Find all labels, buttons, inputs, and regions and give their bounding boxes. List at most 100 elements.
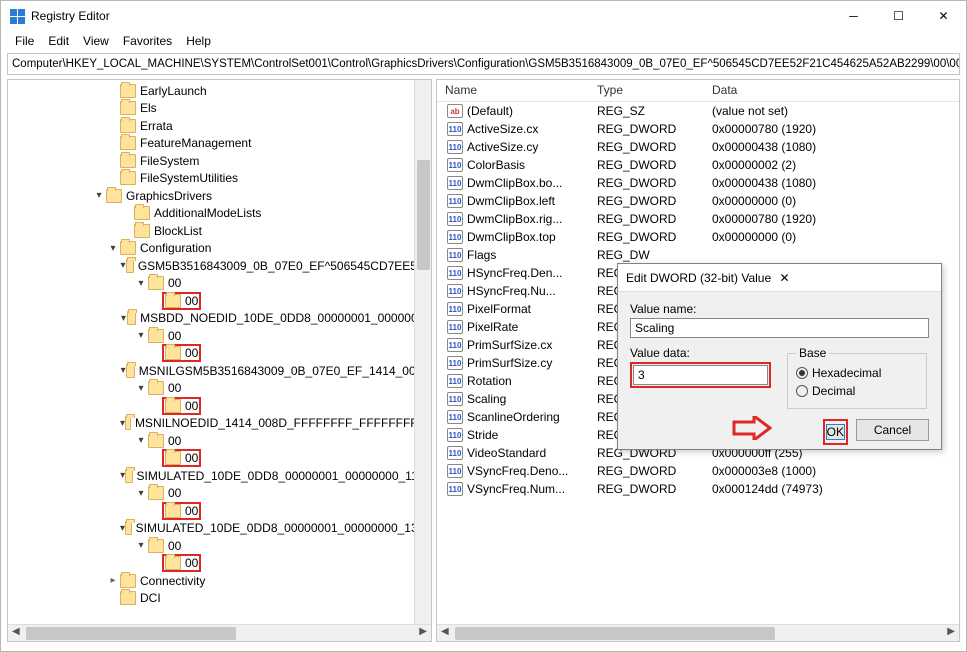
caret-icon[interactable] (134, 381, 148, 395)
tree-item[interactable]: Els (8, 100, 431, 118)
tree-item[interactable]: BlockList (8, 222, 431, 240)
close-button[interactable]: ✕ (921, 1, 966, 31)
ok-button[interactable]: OK (826, 424, 845, 440)
caret-icon[interactable] (106, 241, 120, 255)
caret-icon[interactable] (134, 486, 148, 500)
folder-icon (120, 84, 136, 98)
value-row[interactable]: 110DwmClipBox.rig...REG_DWORD0x00000780 … (437, 210, 959, 228)
tree-item[interactable]: 00 (8, 555, 431, 573)
tree-item[interactable]: Connectivity (8, 572, 431, 590)
tree-item[interactable]: AdditionalModeLists (8, 205, 431, 223)
value-row[interactable]: 110VSyncFreq.Deno...REG_DWORD0x000003e8 … (437, 462, 959, 480)
tree-item[interactable]: MSBDD_NOEDID_10DE_0DD8_00000001_00000000 (8, 310, 431, 328)
caret-icon[interactable] (134, 539, 148, 553)
horizontal-scrollbar[interactable] (8, 624, 431, 641)
tree-label: 00 (168, 276, 181, 290)
cancel-button[interactable]: Cancel (856, 419, 929, 441)
tree-item[interactable]: Errata (8, 117, 431, 135)
value-data-input[interactable] (633, 365, 768, 385)
tree-item[interactable]: MSNILGSM5B3516843009_0B_07E0_EF_1414_008… (8, 362, 431, 380)
dword-value-icon: 110 (447, 446, 463, 460)
menu-view[interactable]: View (83, 34, 109, 48)
tree-label: Configuration (140, 241, 211, 255)
tree-item[interactable]: Configuration (8, 240, 431, 258)
value-row[interactable]: 110DwmClipBox.leftREG_DWORD0x00000000 (0… (437, 192, 959, 210)
radio-hexadecimal[interactable]: Hexadecimal (796, 364, 918, 382)
tree-item[interactable]: DCI (8, 590, 431, 608)
tree-item[interactable]: 00 (8, 345, 431, 363)
list-header[interactable]: Name Type Data (437, 80, 959, 102)
tree-item[interactable]: 00 (8, 397, 431, 415)
app-icon (9, 8, 25, 24)
tree-label: Connectivity (140, 574, 205, 588)
folder-icon (127, 311, 136, 325)
radio-decimal[interactable]: Decimal (796, 382, 918, 400)
menu-edit[interactable]: Edit (48, 34, 69, 48)
tree-item[interactable]: MSNILNOEDID_1414_008D_FFFFFFFF_FFFFFFFF_… (8, 415, 431, 433)
tree-item[interactable]: 00 (8, 485, 431, 503)
dword-value-icon: 110 (447, 356, 463, 370)
tree-item[interactable]: 00 (8, 537, 431, 555)
dialog-close-icon[interactable]: ✕ (780, 271, 934, 285)
dword-value-icon: 110 (447, 230, 463, 244)
value-name: PixelFormat (467, 302, 531, 316)
value-row[interactable]: 110DwmClipBox.bo...REG_DWORD0x00000438 (… (437, 174, 959, 192)
value-name: VSyncFreq.Deno... (467, 464, 568, 478)
caret-icon[interactable] (134, 276, 148, 290)
radio-icon (796, 385, 808, 397)
col-data[interactable]: Data (704, 80, 959, 101)
tree-item[interactable]: SIMULATED_10DE_0DD8_00000001_00000000_13… (8, 520, 431, 538)
caret-icon[interactable] (134, 434, 148, 448)
tree-item[interactable]: SIMULATED_10DE_0DD8_00000001_00000000_11… (8, 467, 431, 485)
menu-help[interactable]: Help (186, 34, 211, 48)
value-name: DwmClipBox.top (467, 230, 556, 244)
value-data: 0x00000000 (0) (704, 194, 959, 208)
value-row[interactable]: 110ActiveSize.cxREG_DWORD0x00000780 (192… (437, 120, 959, 138)
address-bar[interactable]: Computer\HKEY_LOCAL_MACHINE\SYSTEM\Contr… (7, 53, 960, 75)
value-row[interactable]: 110FlagsREG_DW (437, 246, 959, 264)
caret-icon[interactable] (106, 574, 120, 588)
tree-item[interactable]: FeatureManagement (8, 135, 431, 153)
col-name[interactable]: Name (437, 80, 589, 101)
caret-icon[interactable] (120, 311, 127, 325)
value-type: REG_DWORD (589, 176, 704, 190)
value-name: ActiveSize.cy (467, 140, 538, 154)
tree-item[interactable]: 00 (8, 292, 431, 310)
menu-favorites[interactable]: Favorites (123, 34, 172, 48)
value-name: PrimSurfSize.cy (467, 356, 552, 370)
tree-item[interactable]: FileSystem (8, 152, 431, 170)
minimize-button[interactable]: ─ (831, 1, 876, 31)
menu-file[interactable]: File (15, 34, 34, 48)
vertical-scrollbar[interactable] (414, 80, 431, 624)
col-type[interactable]: Type (589, 80, 704, 101)
tree-item[interactable]: 00 (8, 380, 431, 398)
tree-item[interactable]: FileSystemUtilities (8, 170, 431, 188)
value-row[interactable]: 110VSyncFreq.Num...REG_DWORD0x000124dd (… (437, 480, 959, 498)
value-row[interactable]: ab(Default)REG_SZ(value not set) (437, 102, 959, 120)
tree-item[interactable]: 00 (8, 327, 431, 345)
caret-icon[interactable] (134, 329, 148, 343)
value-row[interactable]: 110ActiveSize.cyREG_DWORD0x00000438 (108… (437, 138, 959, 156)
tree-item[interactable]: 00 (8, 432, 431, 450)
value-row[interactable]: 110DwmClipBox.topREG_DWORD0x00000000 (0) (437, 228, 959, 246)
dword-value-icon: 110 (447, 140, 463, 154)
dialog-title-bar[interactable]: Edit DWORD (32-bit) Value ✕ (618, 264, 941, 292)
tree-item[interactable]: GraphicsDrivers (8, 187, 431, 205)
tree-label: 00 (185, 399, 198, 413)
folder-icon (120, 171, 136, 185)
tree-item[interactable]: EarlyLaunch (8, 82, 431, 100)
tree-item[interactable]: 00 (8, 450, 431, 468)
folder-icon (165, 346, 181, 360)
tree-item[interactable]: 00 (8, 275, 431, 293)
edit-dword-dialog: Edit DWORD (32-bit) Value ✕ Value name: … (617, 263, 942, 450)
horizontal-scrollbar[interactable] (437, 624, 959, 641)
maximize-button[interactable]: ☐ (876, 1, 921, 31)
tree-item[interactable]: 00 (8, 502, 431, 520)
value-type: REG_DWORD (589, 212, 704, 226)
value-row[interactable]: 110ColorBasisREG_DWORD0x00000002 (2) (437, 156, 959, 174)
value-name: (Default) (467, 104, 513, 118)
caret-icon[interactable] (92, 189, 106, 203)
value-name: VSyncFreq.Num... (467, 482, 565, 496)
tree-label: SIMULATED_10DE_0DD8_00000001_00000000_13… (136, 521, 431, 535)
tree-item[interactable]: GSM5B3516843009_0B_07E0_EF^506545CD7EE52… (8, 257, 431, 275)
